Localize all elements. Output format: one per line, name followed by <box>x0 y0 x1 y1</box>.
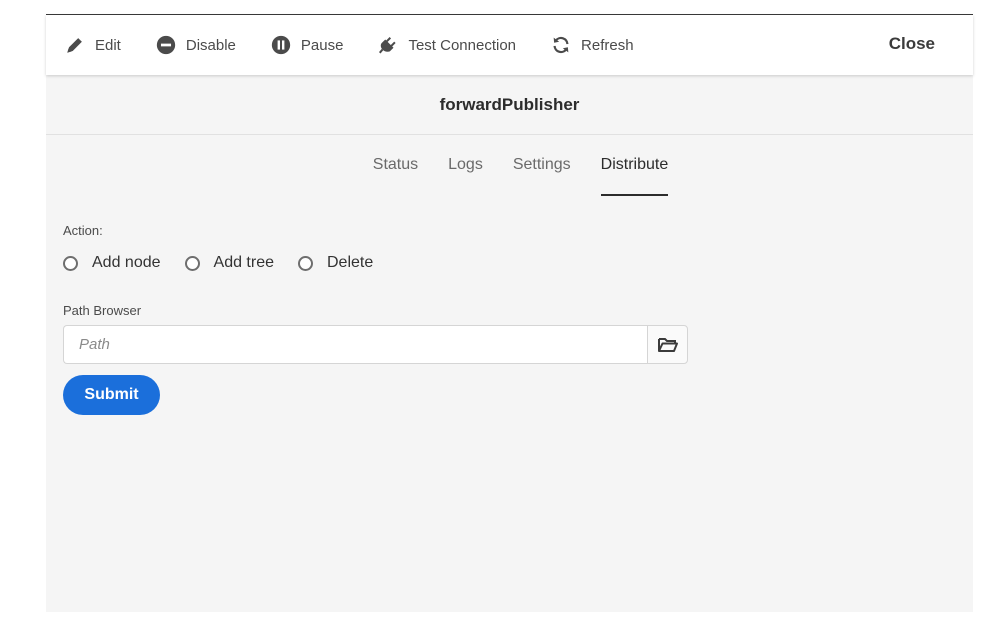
pause-button[interactable]: Pause <box>270 29 344 61</box>
pause-circle-icon <box>271 35 291 55</box>
radio-add-tree-circle[interactable] <box>184 255 200 271</box>
radio-delete[interactable]: Delete <box>298 254 373 272</box>
action-radio-group: Add node Add tree Delete <box>63 254 397 272</box>
refresh-button[interactable]: Refresh <box>550 29 634 61</box>
folder-open-icon <box>657 337 678 352</box>
test-connection-label: Test Connection <box>408 36 517 54</box>
radio-add-node-label: Add node <box>92 254 161 271</box>
browse-button[interactable] <box>647 325 688 364</box>
tab-bar: Status Logs Settings Distribute <box>46 136 973 196</box>
close-button[interactable]: Close <box>889 34 935 54</box>
refresh-icon <box>553 36 569 54</box>
radio-delete-circle[interactable] <box>298 255 313 271</box>
test-connection-button[interactable]: Test Connection <box>377 29 516 61</box>
plug-icon <box>379 37 397 54</box>
page-title: forwardPublisher <box>439 94 580 114</box>
radio-add-tree[interactable]: Add tree <box>184 254 274 272</box>
tab-distribute[interactable]: Distribute <box>600 136 668 196</box>
radio-add-tree-label: Add tree <box>213 254 274 271</box>
pencil-icon <box>67 38 82 53</box>
tab-settings[interactable]: Settings <box>513 136 571 196</box>
submit-button[interactable]: Submit <box>63 375 160 415</box>
tab-status[interactable]: Status <box>373 136 418 196</box>
edit-label: Edit <box>95 36 121 54</box>
tab-logs[interactable]: Logs <box>448 136 483 196</box>
pause-label: Pause <box>300 36 344 54</box>
disable-label: Disable <box>185 36 236 54</box>
disable-button[interactable]: Disable <box>155 29 236 61</box>
path-input[interactable] <box>63 325 647 364</box>
edit-button[interactable]: Edit <box>64 29 121 61</box>
minus-circle-icon <box>156 35 176 55</box>
action-toolbar: Edit Disable Pause Test Connection Refre… <box>46 15 973 75</box>
agent-title-bar: forwardPublisher <box>46 75 973 135</box>
action-label: Action: <box>63 223 103 238</box>
radio-add-node[interactable]: Add node <box>63 254 161 272</box>
refresh-label: Refresh <box>581 36 634 54</box>
dialog-frame: Edit Disable Pause Test Connection Refre… <box>46 14 973 612</box>
radio-delete-label: Delete <box>327 254 374 271</box>
path-browser <box>63 325 688 364</box>
radio-add-node-circle[interactable] <box>63 255 78 271</box>
path-browser-label: Path Browser <box>63 303 142 318</box>
